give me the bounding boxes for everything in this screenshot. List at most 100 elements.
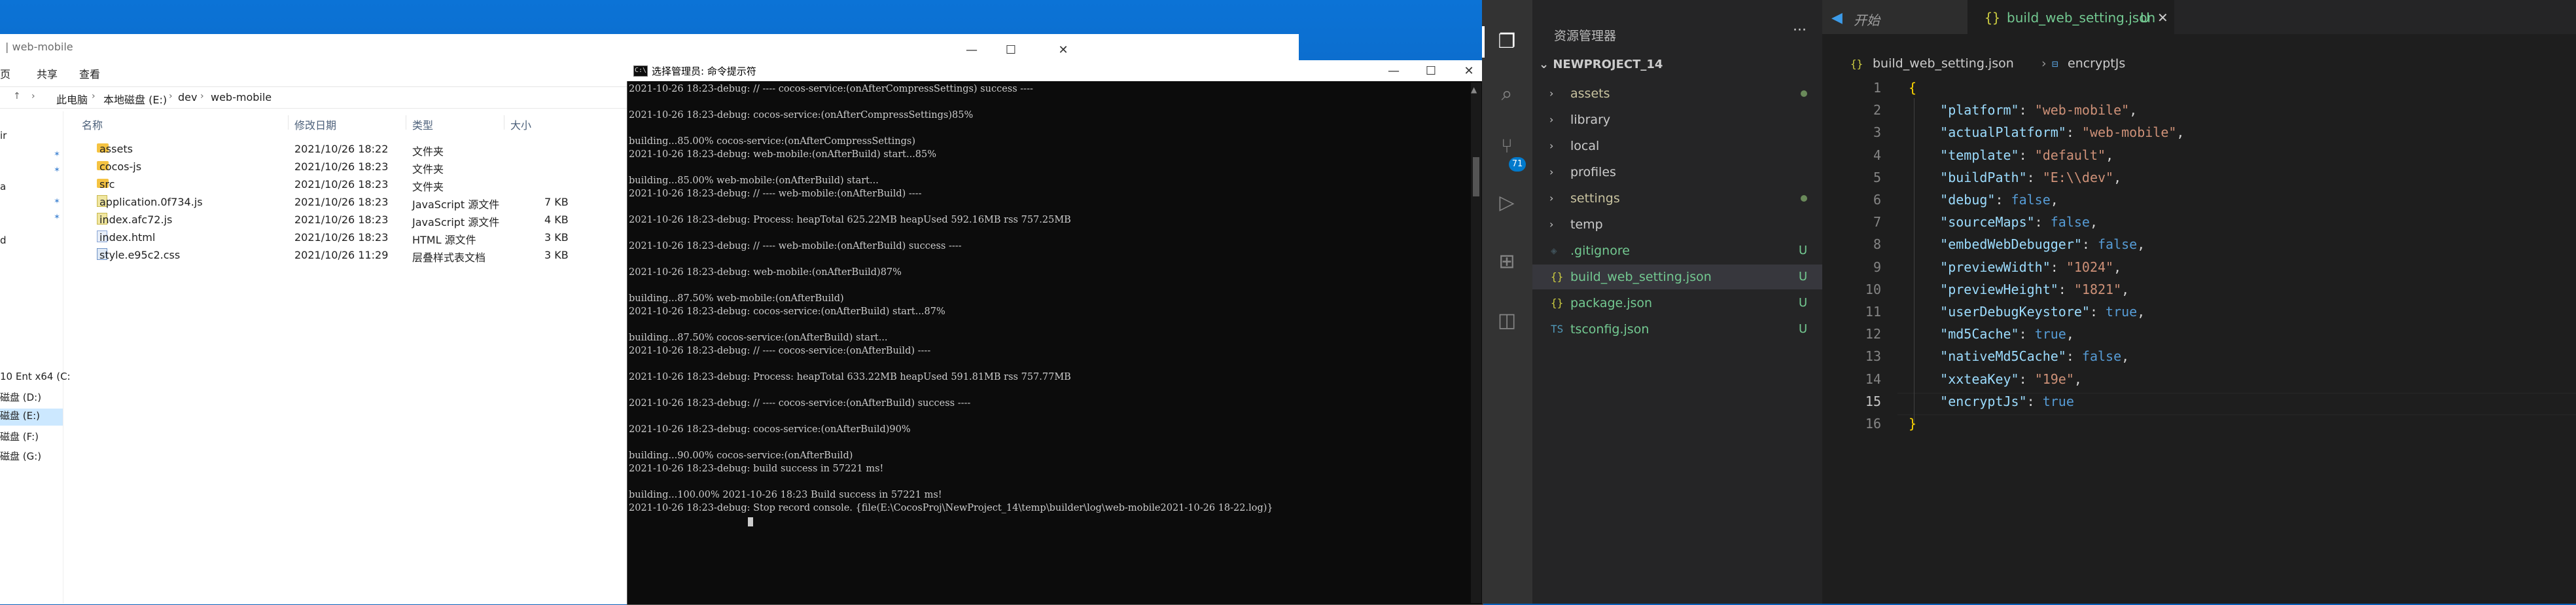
nav-item[interactable]: a xyxy=(0,181,6,192)
code-line[interactable]: "md5Cache": true, xyxy=(1909,326,2074,342)
more-actions-icon[interactable]: ··· xyxy=(1793,22,1807,39)
ribbon-tab-share[interactable]: 共享 xyxy=(37,65,58,81)
breadcrumb-dev[interactable]: dev xyxy=(178,91,197,103)
pin-icon[interactable]: ✶ xyxy=(54,149,60,158)
pin-icon[interactable]: ✶ xyxy=(54,196,60,206)
tree-file[interactable]: {} package.json U xyxy=(1532,291,1822,316)
explorer-maximize-button[interactable]: ☐ xyxy=(991,41,1031,60)
nav-drive-d[interactable]: 磁盘 (D:) xyxy=(0,390,41,404)
nav-item[interactable]: ir xyxy=(0,130,7,141)
code-token: true xyxy=(2034,326,2066,342)
code-line[interactable]: "nativeMd5Cache": false, xyxy=(1909,348,2129,364)
project-root-folder[interactable]: ⌄ NEWPROJECT_14 xyxy=(1539,58,1663,71)
file-row[interactable]: src 2021/10/26 18:23 文件夹 xyxy=(80,175,571,193)
code-line[interactable]: "debug": false, xyxy=(1909,192,2058,208)
code-line[interactable]: "previewHeight": "1821", xyxy=(1909,282,2129,297)
code-line[interactable]: "embedWebDebugger": false, xyxy=(1909,236,2145,252)
column-divider[interactable] xyxy=(288,115,289,130)
scrollbar-thumb[interactable] xyxy=(1473,157,1479,196)
code-line[interactable]: "encryptJs": true xyxy=(1909,394,2074,409)
code-token: : xyxy=(2050,259,2066,275)
tree-file[interactable]: TS tsconfig.json U xyxy=(1532,317,1822,342)
file-row[interactable]: index.afc72.js 2021/10/26 18:23 JavaScript… xyxy=(80,211,571,229)
close-icon[interactable]: ✕ xyxy=(2157,10,2168,26)
tree-folder[interactable]: › local xyxy=(1532,134,1822,158)
tree-folder[interactable]: › settings xyxy=(1532,186,1822,211)
code-token: { xyxy=(1909,80,1917,96)
tree-folder[interactable]: › assets xyxy=(1532,81,1822,106)
tab-welcome[interactable]: ◀ 开始 xyxy=(1822,0,1967,34)
untracked-badge: U xyxy=(1799,322,1808,336)
code-line[interactable]: "sourceMaps": false, xyxy=(1909,214,2098,230)
tree-folder[interactable]: › profiles xyxy=(1532,160,1822,185)
untracked-badge: U xyxy=(1799,270,1808,284)
explorer-minimize-button[interactable]: — xyxy=(952,41,991,60)
code-line[interactable]: { xyxy=(1909,80,1916,96)
tree-file[interactable]: {} build_web_setting.json U xyxy=(1532,265,1822,289)
nav-drive-c[interactable]: 10 Ent x64 (C: xyxy=(0,371,71,382)
code-line[interactable]: "platform": "web-mobile", xyxy=(1909,102,2137,118)
breadcrumb-drive-e[interactable]: 本地磁盘 (E:) xyxy=(103,91,167,107)
code-token: "embedWebDebugger" xyxy=(1940,236,2082,253)
file-row[interactable]: style.e95c2.css 2021/10/26 11:29 层叠样式表文档 3 … xyxy=(80,246,571,264)
file-name: style.e95c2.css xyxy=(99,249,181,261)
tree-folder[interactable]: › temp xyxy=(1532,212,1822,237)
column-header-size[interactable]: 大小 xyxy=(510,117,531,132)
code-line[interactable]: "template": "default", xyxy=(1909,147,2113,163)
chevron-right-icon: › xyxy=(1549,192,1554,204)
tree-folder[interactable]: › library xyxy=(1532,107,1822,132)
code-line[interactable]: "buildPath": "E:\\dev", xyxy=(1909,170,2121,185)
docker-icon[interactable]: ◫ xyxy=(1494,308,1520,334)
code-line[interactable]: "xxteaKey": "19e", xyxy=(1909,371,2082,387)
source-control-icon[interactable]: ⑂ xyxy=(1494,134,1520,160)
file-row[interactable]: cocos-js 2021/10/26 18:23 文件夹 xyxy=(80,158,571,175)
explorer-files-icon[interactable]: ❐ xyxy=(1494,29,1520,55)
cmd-maximize-button[interactable]: ☐ xyxy=(1411,62,1451,81)
nav-item[interactable]: d xyxy=(0,234,7,246)
search-icon[interactable]: ⌕ xyxy=(1494,81,1520,107)
code-token: : xyxy=(2034,214,2051,230)
file-type: HTML 源文件 xyxy=(412,234,476,246)
breadcrumb-this-pc[interactable]: 此电脑 xyxy=(56,91,88,107)
explorer-titlebar[interactable] xyxy=(0,34,1299,54)
nav-drive-f[interactable]: 磁盘 (F:) xyxy=(0,430,39,443)
cmd-minimize-button[interactable]: — xyxy=(1374,62,1413,81)
column-header-date[interactable]: 修改日期 xyxy=(294,117,336,132)
run-debug-icon[interactable]: ▷ xyxy=(1494,190,1520,216)
code-line[interactable]: "actualPlatform": "web-mobile", xyxy=(1909,124,2184,140)
explorer-close-button[interactable]: ✕ xyxy=(1044,41,1083,60)
pin-icon[interactable]: ✶ xyxy=(54,212,60,221)
file-row[interactable]: index.html 2021/10/26 18:23 HTML 源文件 3 KB xyxy=(80,229,571,246)
nav-drive-g[interactable]: 磁盘 (G:) xyxy=(0,449,41,463)
code-line[interactable]: "previewWidth": "1024", xyxy=(1909,259,2121,275)
column-header-type[interactable]: 类型 xyxy=(412,117,433,132)
up-arrow-icon[interactable]: ↑ xyxy=(13,91,21,101)
console-line: 2021-10-26 18:23-debug: // ---- web-mobi… xyxy=(629,189,922,199)
nav-drive-e[interactable]: 磁盘 (E:) xyxy=(0,409,63,426)
code-token: false xyxy=(2081,348,2122,365)
tab-build-web-setting[interactable]: {} build_web_setting.json U ✕ xyxy=(1967,0,2174,34)
breadcrumb-symbol[interactable]: encryptJs xyxy=(2068,56,2125,71)
extensions-icon[interactable]: ⊞ xyxy=(1494,249,1520,275)
line-number: 7 xyxy=(1873,214,1881,230)
file-row[interactable]: application.0f734.js 2021/10/26 18:23 Java… xyxy=(80,193,571,211)
breadcrumb-file[interactable]: build_web_setting.json xyxy=(1873,56,2014,71)
code-token: : xyxy=(1995,192,2011,208)
file-row[interactable]: assets 2021/10/26 18:22 文件夹 xyxy=(80,140,571,158)
console-line: 2021-10-26 18:23-debug: // ---- cocos-se… xyxy=(629,84,1033,94)
code-token: , xyxy=(2129,102,2138,119)
ribbon-tab-home[interactable]: 页 xyxy=(0,65,10,81)
code-token: : xyxy=(2019,102,2035,119)
code-line[interactable]: "userDebugKeystore": true, xyxy=(1909,304,2145,320)
column-header-name[interactable]: 名称 xyxy=(82,117,103,132)
text-cursor xyxy=(748,517,753,526)
code-line[interactable]: } xyxy=(1909,416,1916,431)
pin-icon[interactable]: ✶ xyxy=(54,165,60,174)
breadcrumb-web-mobile[interactable]: web-mobile xyxy=(211,91,272,103)
ribbon-tab-view[interactable]: 查看 xyxy=(79,65,100,81)
scroll-up-arrow-icon[interactable]: ▲ xyxy=(1471,85,1477,94)
tree-file[interactable]: ◈ .gitignore U xyxy=(1532,238,1822,263)
